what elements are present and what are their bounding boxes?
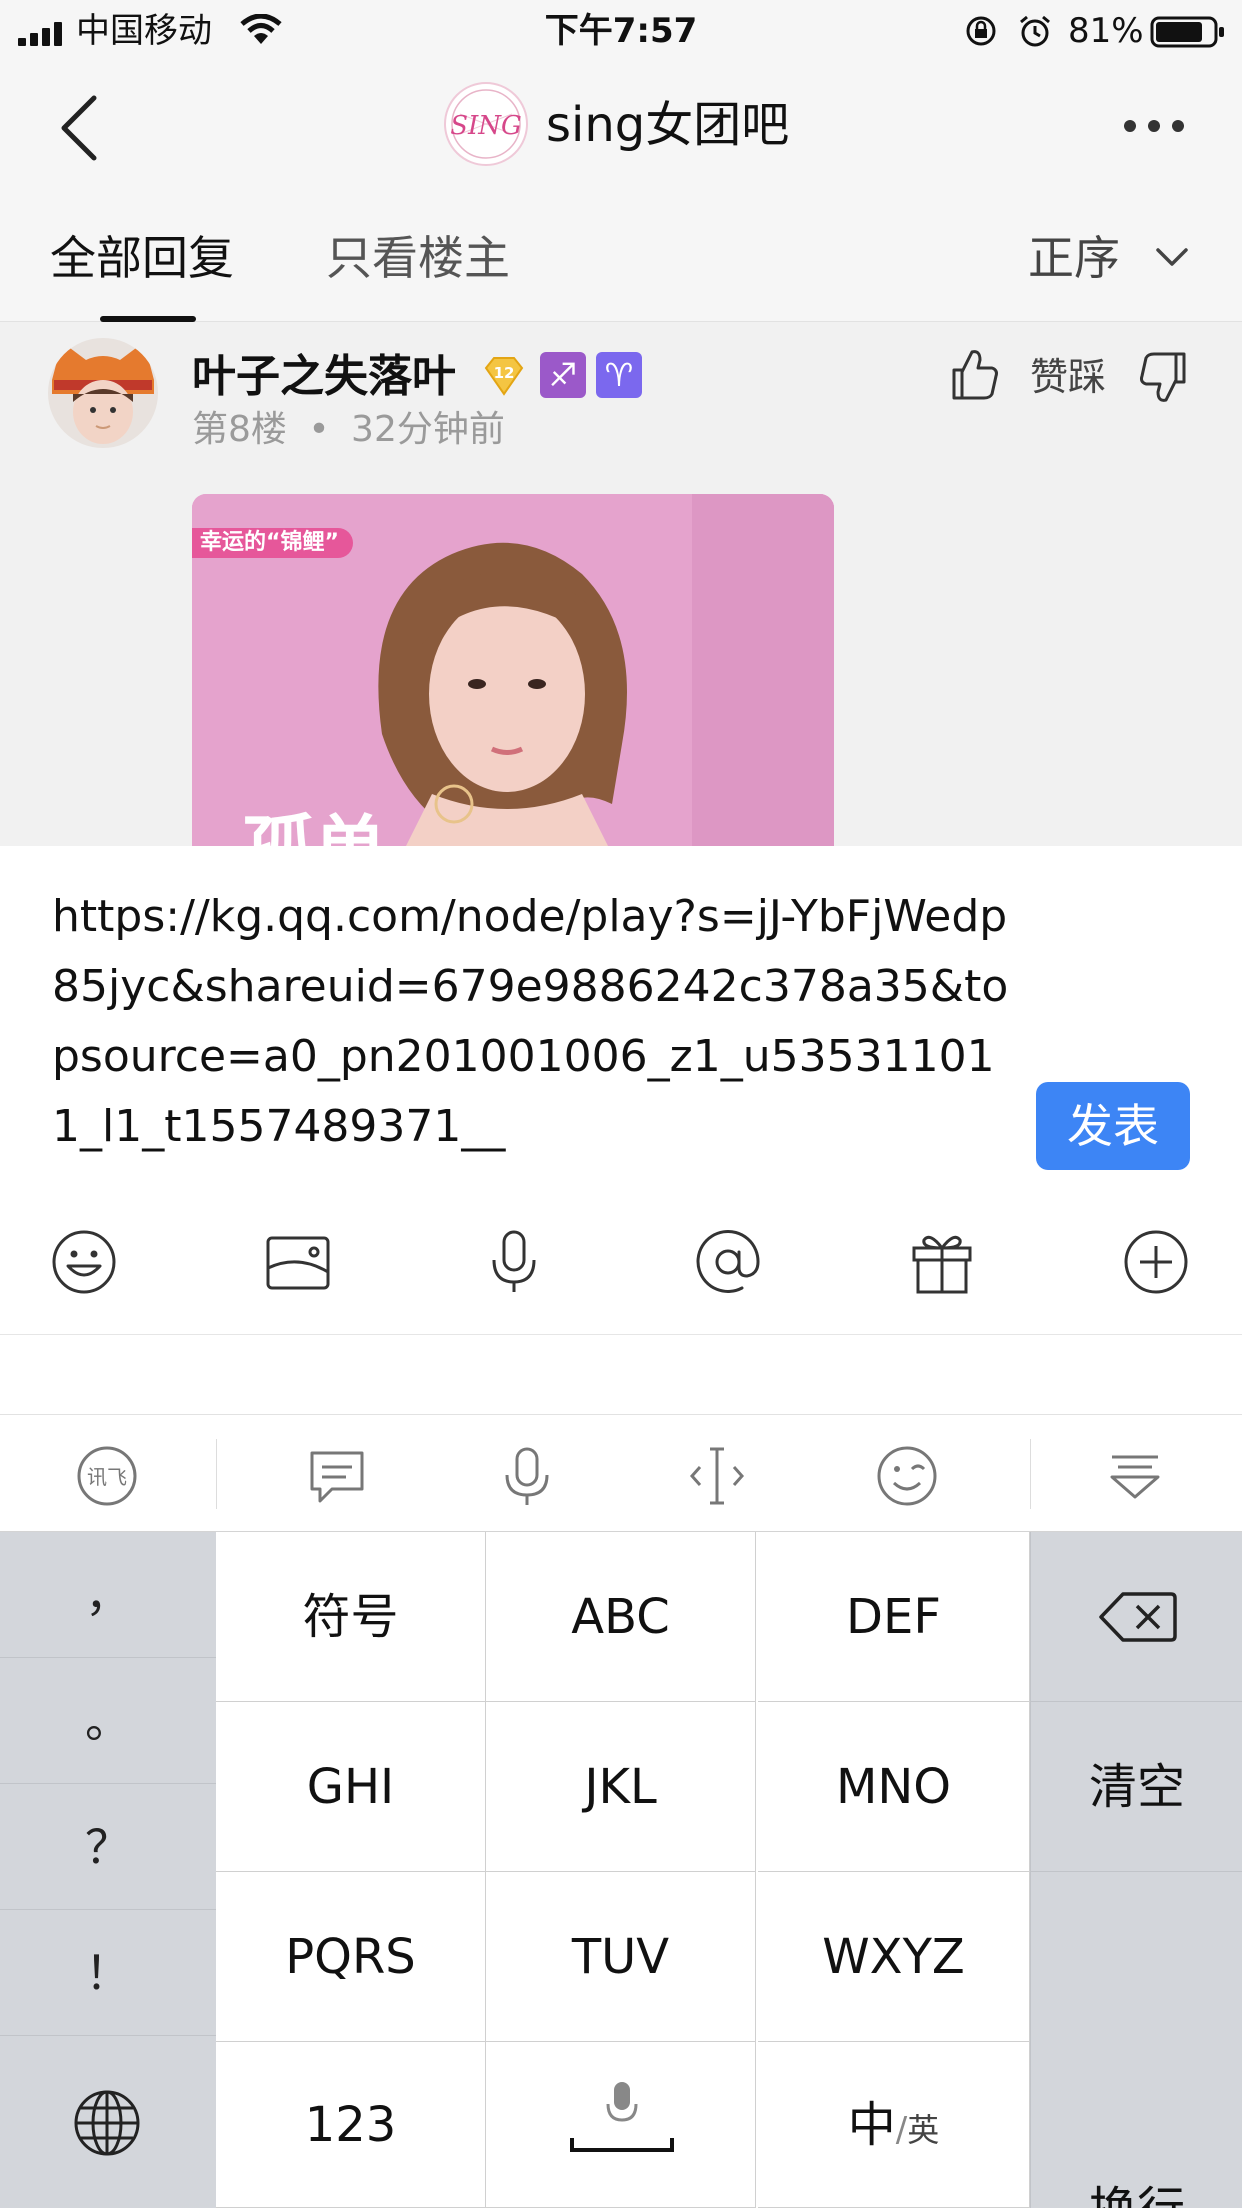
- key-space[interactable]: [486, 2042, 756, 2208]
- meta-dot: •: [308, 409, 330, 450]
- tab-all-replies[interactable]: 全部回复: [50, 228, 234, 288]
- add-more-icon[interactable]: [1122, 1228, 1190, 1296]
- voice-input-icon[interactable]: [496, 1445, 558, 1507]
- forum-logo-text: SING: [450, 111, 522, 141]
- reply-composer: https://kg.qq.com/node/play?s=jJ-YbFjWed…: [0, 846, 1242, 1414]
- image-icon[interactable]: [264, 1228, 332, 1296]
- key-mno[interactable]: MNO: [758, 1702, 1030, 1872]
- lang-main: 中: [847, 2097, 896, 2153]
- backspace-icon: [1099, 1592, 1177, 1642]
- chevron-down-icon[interactable]: [1154, 242, 1190, 272]
- key-pqrs[interactable]: PQRS: [216, 1872, 486, 2042]
- screen: 中国移动 下午7:57 81% SING sing女团吧 全部回复 只看楼主 正…: [0, 0, 1242, 2208]
- rotation-lock-icon: [966, 16, 996, 46]
- floor-number: 第8楼: [192, 409, 287, 450]
- photo-caption: 孤单: [242, 790, 386, 846]
- key-abc[interactable]: ABC: [486, 1532, 756, 1702]
- sagittarius-badge: ♐: [540, 352, 586, 398]
- back-chevron-icon[interactable]: [56, 92, 106, 164]
- post-time: 32分钟前: [351, 409, 505, 450]
- battery-percent: 81%: [1068, 11, 1144, 51]
- more-menu-icon[interactable]: [1122, 112, 1186, 140]
- wink-emoji-icon[interactable]: [876, 1445, 938, 1507]
- send-button[interactable]: 发表: [1036, 1082, 1190, 1170]
- key-period[interactable]: 。: [0, 1658, 216, 1784]
- key-question[interactable]: ？: [0, 1784, 216, 1910]
- key-comma[interactable]: ，: [0, 1532, 216, 1658]
- forum-title: sing女团吧: [546, 97, 790, 153]
- chat-bubble-icon[interactable]: [306, 1445, 368, 1507]
- key-jkl[interactable]: JKL: [486, 1702, 756, 1872]
- battery-icon: [1150, 16, 1224, 48]
- globe-icon: [74, 2090, 140, 2156]
- backspace-key[interactable]: [1031, 1532, 1242, 1702]
- lang-slash: /: [895, 2110, 908, 2150]
- post-image[interactable]: 幸运的“锦鲤” 孤单: [192, 494, 834, 846]
- key-wxyz[interactable]: WXYZ: [758, 1872, 1030, 2042]
- key-ghi[interactable]: GHI: [216, 1702, 486, 1872]
- thumbs-down-icon[interactable]: [1136, 350, 1188, 406]
- avatar[interactable]: [48, 338, 158, 448]
- reply-input[interactable]: https://kg.qq.com/node/play?s=jJ-YbFjWed…: [52, 882, 1012, 1162]
- reply-post: 叶子之失落叶 12 ♐ ♈ 第8楼 • 32分钟前 赞踩 幸运的“锦鲤”: [0, 322, 1242, 846]
- globe-key[interactable]: [0, 2036, 216, 2208]
- lang-sub: 英: [907, 2111, 940, 2149]
- keyboard-toolbar: 讯飞: [0, 1414, 1242, 1532]
- gift-icon[interactable]: [908, 1228, 976, 1296]
- clear-key[interactable]: 清空: [1031, 1702, 1242, 1872]
- space-mic-icon: [570, 2082, 674, 2152]
- post-meta: 第8楼 • 32分钟前: [192, 406, 505, 454]
- forum-logo[interactable]: SING: [444, 82, 528, 166]
- aries-badge: ♈: [596, 352, 642, 398]
- forum-logo-icon: SING: [450, 89, 522, 159]
- ime-logo-text: 讯飞: [87, 1465, 127, 1489]
- photo-tag: 幸运的“锦鲤”: [192, 528, 353, 558]
- nav-bar: SING sing女团吧: [0, 62, 1242, 192]
- emoji-icon[interactable]: [50, 1228, 118, 1296]
- hide-keyboard-icon[interactable]: [1104, 1445, 1166, 1507]
- microphone-icon[interactable]: [480, 1228, 548, 1296]
- thumbs-up-icon[interactable]: [950, 346, 1000, 402]
- keyboard: ， 。 ？ ！ 符号 ABC DEF GHI JKL MNO PQRS TUV …: [0, 1532, 1242, 2208]
- punctuation-column: ， 。 ？ ！: [0, 1532, 216, 2208]
- key-language[interactable]: 中/英: [758, 2042, 1030, 2208]
- action-column: 清空 换行: [1030, 1532, 1242, 2208]
- ime-logo-icon[interactable]: 讯飞: [76, 1445, 138, 1507]
- key-123[interactable]: 123: [216, 2042, 486, 2208]
- composer-divider: [0, 1334, 1242, 1335]
- mention-icon[interactable]: [694, 1228, 762, 1296]
- status-bar: 中国移动 下午7:57 81%: [0, 0, 1242, 62]
- level-badge-icon: 12: [484, 357, 524, 396]
- toolbar-separator: [216, 1439, 217, 1509]
- username[interactable]: 叶子之失落叶: [192, 348, 456, 406]
- tab-op-only[interactable]: 只看楼主: [326, 228, 510, 288]
- newline-key[interactable]: 换行: [1031, 1872, 1242, 2208]
- level-badge-text: 12: [494, 364, 515, 382]
- key-tuv[interactable]: TUV: [486, 1872, 756, 2042]
- toolbar-separator: [1030, 1439, 1031, 1509]
- alarm-icon: [1020, 15, 1050, 47]
- key-symbols[interactable]: 符号: [216, 1532, 486, 1702]
- key-def[interactable]: DEF: [758, 1532, 1030, 1702]
- status-time: 下午7:57: [544, 11, 698, 51]
- reply-tabs: 全部回复 只看楼主 正序: [0, 192, 1242, 322]
- key-exclaim[interactable]: ！: [0, 1910, 216, 2036]
- sort-order[interactable]: 正序: [1028, 228, 1120, 288]
- vote-label: 赞踩: [1030, 355, 1107, 399]
- cursor-move-icon[interactable]: [686, 1445, 748, 1507]
